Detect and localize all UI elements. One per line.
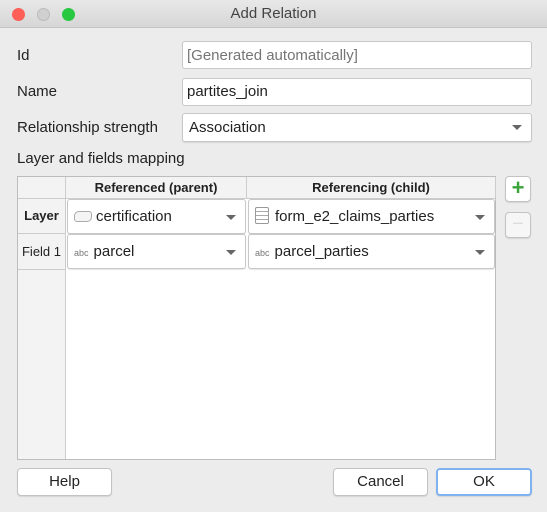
parent-field-value: parcel — [93, 243, 135, 260]
remove-field-button[interactable]: − — [505, 212, 531, 238]
table-layer-icon — [255, 207, 269, 224]
child-field-value: parcel_parties — [274, 243, 369, 260]
polygon-layer-icon — [74, 211, 92, 222]
name-field[interactable]: partites_join — [182, 78, 532, 106]
text-field-icon: abc — [255, 248, 270, 258]
strength-value: Association — [189, 119, 266, 136]
row-header-field-1: Field 1 — [18, 234, 66, 270]
ok-button[interactable]: OK — [436, 468, 532, 496]
plus-icon: + — [511, 175, 525, 200]
mapping-label: Layer and fields mapping — [17, 150, 185, 167]
child-layer-value: form_e2_claims_parties — [275, 208, 435, 225]
help-button[interactable]: Help — [17, 468, 112, 496]
child-layer-select[interactable]: form_e2_claims_parties — [248, 199, 495, 234]
child-field-select[interactable]: abc parcel_parties — [248, 234, 495, 269]
chevron-down-icon — [226, 215, 236, 220]
name-label: Name — [17, 83, 58, 100]
strength-select[interactable]: Association — [182, 113, 532, 142]
parent-layer-select[interactable]: certification — [67, 199, 246, 234]
chevron-down-icon — [512, 125, 522, 130]
add-field-button[interactable]: + — [505, 176, 531, 202]
cancel-button[interactable]: Cancel — [333, 468, 428, 496]
title-bar: Add Relation — [0, 0, 547, 28]
chevron-down-icon — [475, 250, 485, 255]
zoom-button[interactable] — [62, 8, 75, 21]
text-field-icon: abc — [74, 248, 89, 258]
strength-label: Relationship strength — [17, 119, 158, 136]
parent-field-select[interactable]: abc parcel — [67, 234, 246, 269]
close-button[interactable] — [12, 8, 25, 21]
window-title: Add Relation — [230, 5, 317, 22]
minimize-button[interactable] — [37, 8, 50, 21]
id-label: Id — [17, 47, 30, 64]
chevron-down-icon — [226, 250, 236, 255]
parent-layer-value: certification — [96, 208, 172, 225]
id-field[interactable] — [182, 41, 532, 69]
chevron-down-icon — [475, 215, 485, 220]
minus-icon: − — [512, 213, 524, 235]
row-header-layer: Layer — [18, 199, 66, 234]
column-header-parent[interactable]: Referenced (parent) — [66, 177, 247, 199]
corner-header — [18, 177, 66, 199]
column-header-child[interactable]: Referencing (child) — [247, 177, 496, 199]
mapping-table: Referenced (parent) Referencing (child) … — [17, 176, 496, 460]
